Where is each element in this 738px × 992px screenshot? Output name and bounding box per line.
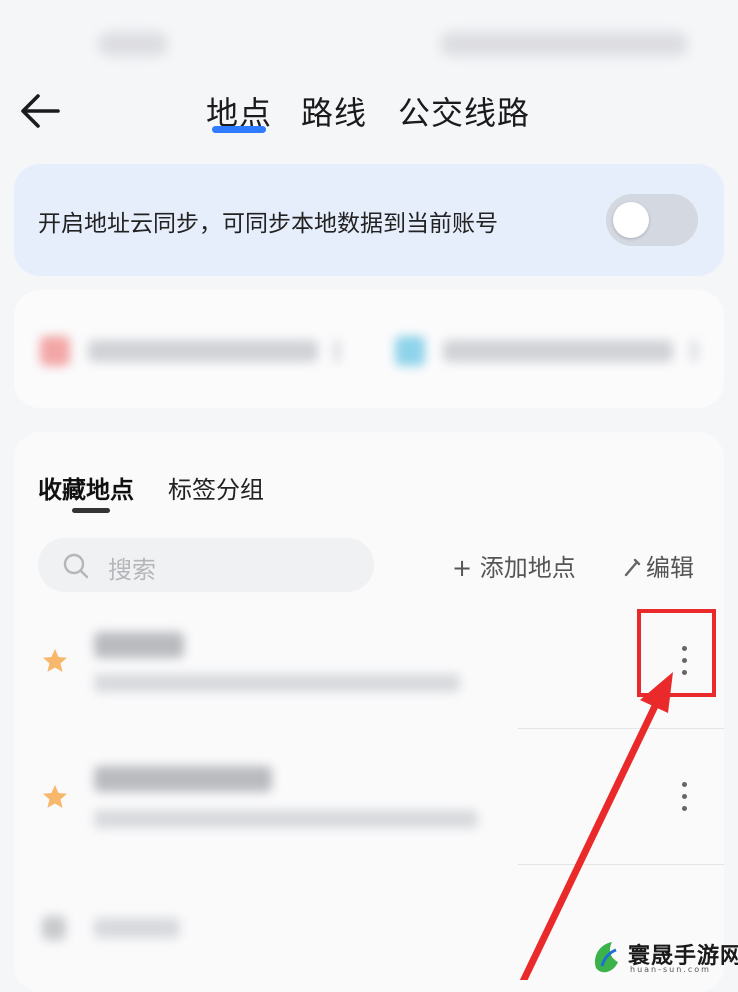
chevron-right-icon bbox=[691, 340, 697, 362]
edit-button[interactable]: 编辑 bbox=[622, 548, 694, 583]
watermark-logo bbox=[594, 942, 618, 973]
annotation-highlight-box bbox=[637, 609, 716, 697]
toggle-knob bbox=[613, 202, 649, 238]
search-input[interactable]: 搜索 bbox=[38, 538, 374, 592]
dot bbox=[682, 782, 687, 787]
add-place-row-label-blurred bbox=[94, 918, 180, 938]
tab-bus-lines[interactable]: 公交线路 bbox=[398, 88, 530, 134]
watermark: 寰晟手游网 huan-sun.com bbox=[590, 936, 738, 980]
place-address-blurred bbox=[94, 674, 460, 692]
favorite-place-row[interactable] bbox=[14, 602, 724, 722]
status-icons-blurred bbox=[440, 32, 688, 56]
cloud-sync-toggle[interactable] bbox=[606, 194, 698, 246]
place-name-blurred bbox=[94, 632, 184, 658]
status-bar bbox=[0, 0, 738, 80]
star-icon bbox=[43, 785, 67, 808]
top-nav: 地点 路线 公交线路 bbox=[0, 70, 738, 150]
row-divider bbox=[518, 864, 724, 865]
home-address-blurred bbox=[88, 340, 318, 362]
cloud-sync-banner: 开启地址云同步，可同步本地数据到当前账号 bbox=[14, 164, 724, 276]
quick-places-card bbox=[14, 290, 724, 408]
search-placeholder: 搜索 bbox=[108, 556, 156, 584]
company-icon bbox=[395, 336, 425, 366]
status-time-blurred bbox=[98, 32, 168, 56]
tab-favorite-places[interactable]: 收藏地点 bbox=[38, 470, 134, 505]
active-tab-indicator bbox=[212, 126, 266, 133]
tab-tag-groups[interactable]: 标签分组 bbox=[168, 470, 264, 505]
company-shortcut[interactable] bbox=[369, 290, 724, 408]
tab-routes[interactable]: 路线 bbox=[301, 88, 367, 134]
add-place-button[interactable]: + 添加地点 bbox=[452, 548, 576, 583]
pencil-icon bbox=[624, 558, 641, 577]
cloud-sync-text: 开启地址云同步，可同步本地数据到当前账号 bbox=[38, 211, 498, 237]
place-address-blurred bbox=[94, 810, 478, 828]
star-icon bbox=[43, 649, 67, 672]
favorites-card: 收藏地点 标签分组 搜索 + 添加地点 编辑 bbox=[14, 432, 724, 992]
favorite-place-row[interactable] bbox=[14, 742, 724, 862]
plus-icon bbox=[42, 916, 66, 940]
home-shortcut[interactable] bbox=[14, 290, 369, 408]
home-icon bbox=[40, 336, 70, 366]
edit-label: 编辑 bbox=[646, 554, 694, 582]
place-name-blurred bbox=[94, 766, 272, 792]
favorites-tab-indicator bbox=[72, 508, 110, 513]
watermark-url: huan-sun.com bbox=[630, 965, 711, 974]
dot bbox=[682, 794, 687, 799]
divider bbox=[334, 340, 340, 362]
back-arrow-icon[interactable] bbox=[18, 88, 64, 134]
search-icon bbox=[63, 553, 89, 579]
more-options-button[interactable] bbox=[672, 776, 696, 820]
dot bbox=[682, 806, 687, 811]
row-divider bbox=[518, 728, 724, 729]
company-address-blurred bbox=[443, 340, 673, 362]
